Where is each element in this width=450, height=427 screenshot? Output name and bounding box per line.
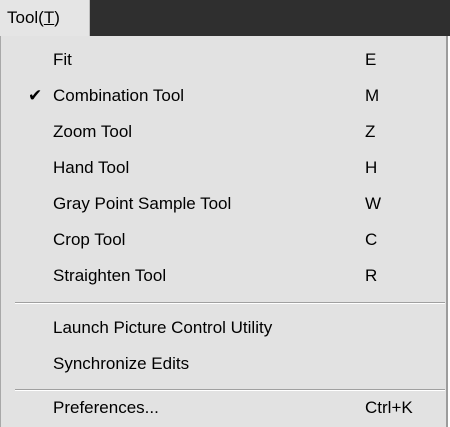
menu-item-label: Crop Tool <box>53 230 126 249</box>
menu-item-shortcut: Ctrl+K <box>365 398 413 417</box>
menu-item-hand-tool[interactable]: Hand Tool H <box>1 150 446 186</box>
tool-menu-dropdown: Fit E ✔ Combination Tool M Zoom Tool Z H… <box>0 36 448 427</box>
menu-separator <box>15 302 445 304</box>
menu-tool-title-mnemonic: T <box>43 8 55 27</box>
menu-item-shortcut: W <box>365 194 382 213</box>
menu-item-label: Zoom Tool <box>53 122 133 141</box>
menu-item-gray-point-sample-tool[interactable]: Gray Point Sample Tool W <box>1 186 446 222</box>
menu-item-synchronize-edits[interactable]: Synchronize Edits <box>1 346 446 382</box>
menu-item-crop-tool[interactable]: Crop Tool C <box>1 222 446 258</box>
menu-item-shortcut: R <box>365 266 378 285</box>
checkmark-icon: ✔ <box>28 86 43 105</box>
menu-item-label: Gray Point Sample Tool <box>53 194 232 213</box>
menu-item-preferences[interactable]: Preferences... Ctrl+K <box>1 390 446 426</box>
menubar: Tool(T) <box>0 0 450 36</box>
menu-item-shortcut: M <box>365 86 380 105</box>
menu-item-shortcut: Z <box>365 122 376 141</box>
menu-item-shortcut: E <box>365 50 377 69</box>
menu-item-shortcut: H <box>365 158 378 177</box>
menu-tool-title[interactable]: Tool(T) <box>0 0 90 36</box>
menu-item-label: Fit <box>53 50 72 69</box>
menu-item-shortcut: C <box>365 230 378 249</box>
menu-tool-title-prefix: Tool( <box>7 8 44 27</box>
menu-item-label: Combination Tool <box>53 86 185 105</box>
menu-item-fit[interactable]: Fit E <box>1 42 446 78</box>
menu-item-label: Straighten Tool <box>53 266 167 285</box>
menu-item-label: Launch Picture Control Utility <box>53 318 273 337</box>
menu-tool-title-suffix: ) <box>54 8 60 27</box>
menu-item-zoom-tool[interactable]: Zoom Tool Z <box>1 114 446 150</box>
menu-item-straighten-tool[interactable]: Straighten Tool R <box>1 258 446 294</box>
menu-item-label: Preferences... <box>53 398 159 417</box>
menu-item-combination-tool[interactable]: ✔ Combination Tool M <box>1 78 446 114</box>
menu-item-launch-picture-control-utility[interactable]: Launch Picture Control Utility <box>1 310 446 346</box>
menu-item-label: Synchronize Edits <box>53 354 190 373</box>
menu-item-label: Hand Tool <box>53 158 130 177</box>
